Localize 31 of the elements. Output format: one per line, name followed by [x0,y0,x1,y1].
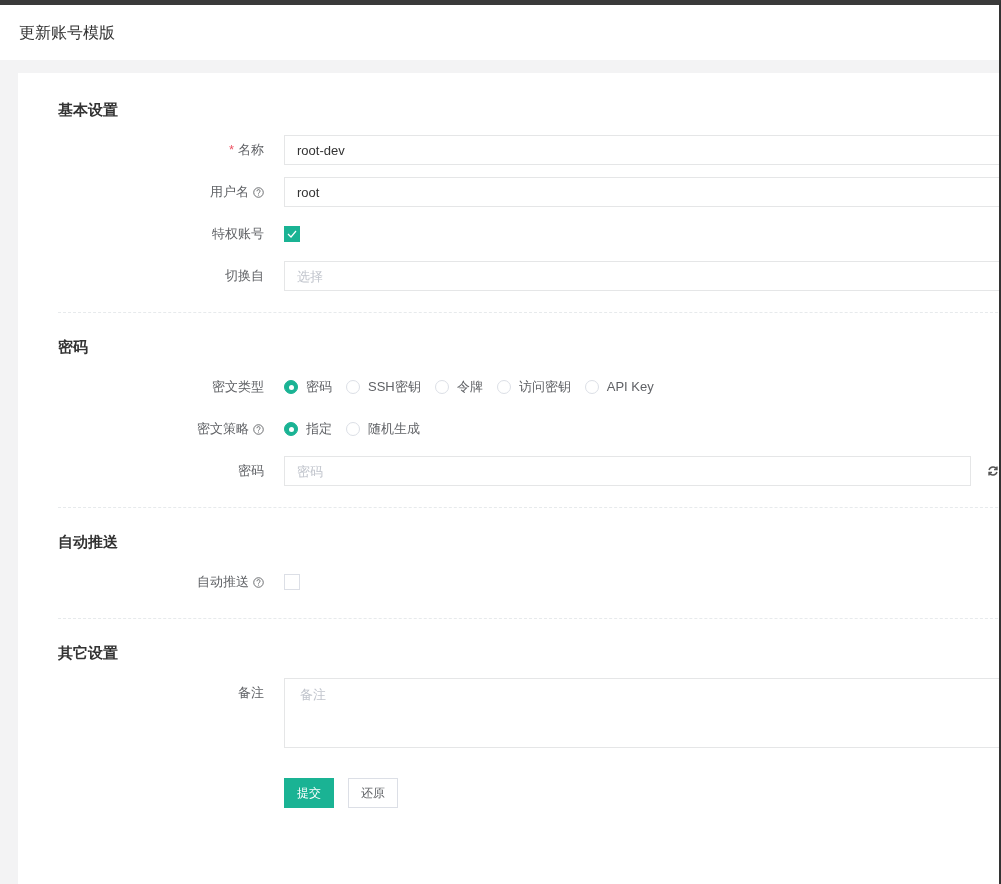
field-label: 切换自 [225,267,264,286]
select-field[interactable]: 选择 [284,261,999,291]
field-label: 自动推送 [197,573,249,592]
text-field[interactable]: root [284,177,999,207]
dialog-title: 更新账号模版 [19,22,115,43]
note-field[interactable]: 备注 [284,678,999,748]
field-label: 名称 [238,141,264,160]
text-field[interactable]: root-dev [284,135,999,165]
radio-option[interactable]: 随机生成 [346,419,420,439]
field-label: 密码 [238,462,264,481]
radio-option[interactable]: 访问密钥 [496,377,571,397]
radio-option[interactable]: API Key [584,377,654,397]
radio-option[interactable]: SSH密钥 [346,377,421,397]
required-mark: * [228,141,234,160]
reset-button[interactable]: 还原 [348,778,398,808]
refresh-icon[interactable] [987,465,999,477]
section-heading: 基本设置 [58,100,119,120]
section-heading: 其它设置 [58,643,119,663]
radio-option[interactable]: 令牌 [434,377,483,397]
section-heading: 密码 [58,337,89,357]
checkbox[interactable] [284,226,300,242]
radio-option[interactable]: 密码 [284,377,332,397]
field-label: 密文类型 [212,378,264,397]
field-label: 密文策略 [197,420,249,439]
field-label: 用户名 [210,183,249,202]
section-heading: 自动推送 [58,532,119,552]
radio-option[interactable]: 指定 [284,419,332,439]
field-label: 备注 [238,684,264,703]
check-icon [287,230,297,238]
field-label: 特权账号 [212,225,264,244]
password-field[interactable]: 密码 [284,456,971,486]
